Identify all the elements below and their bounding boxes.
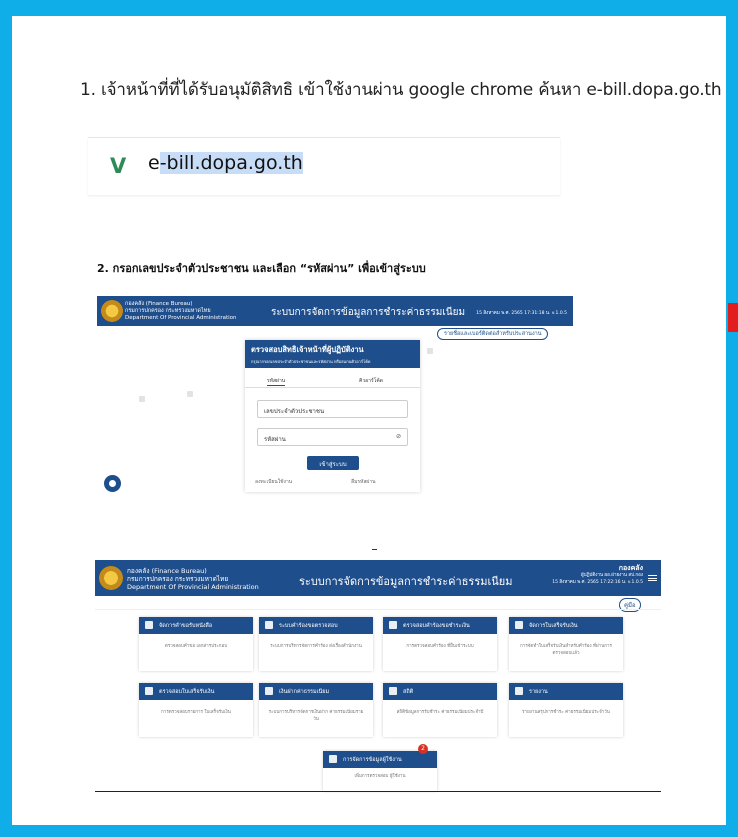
register-link[interactable]: ลงทะเบียนใช้งาน [255,478,292,486]
header-date: 15 สิงหาคม พ.ศ. 2565 17:31:18 น. v.1.0.5 [476,311,567,316]
card-title: ตรวจสอบใบเสร็จรับเงิน [159,689,215,695]
password-input[interactable]: รหัสผ่าน ⊘ [257,428,408,446]
ministry-seal-icon [99,566,123,590]
org-line2: กรมการปกครอง กระทรวงมหาดไทย [127,575,229,583]
divider-dash [372,549,377,550]
notification-badge: 2 [418,744,428,754]
user-management-card[interactable]: การจัดการข้อมูลผู้ใช้งาน เพิ่มการตรวจสอบ… [323,751,437,791]
login-button[interactable]: เข้าสู่ระบบ [307,456,359,470]
system-title: ระบบการจัดการข้อมูลการชำระค่าธรรมเนียม [271,307,466,318]
tab-password[interactable]: รหัสผ่าน [267,377,286,386]
card-description: ระบบการบริหารจัดการคำร้อง ส่งเรื่องสำนัก… [270,644,362,649]
header-date: 15 สิงหาคม พ.ศ. 2565 17:22:16 น. v.1.0.5 [552,580,643,585]
card-title: เงินฝากค่าธรรมเนียม [279,689,330,695]
decorative-dot [139,396,145,402]
url-selected-text: -bill.dopa.go.th [159,152,303,174]
browser-address-bar[interactable]: V e-bill.dopa.go.th [88,137,560,195]
card-icon [265,621,273,629]
users-icon [329,755,337,763]
contact-list-button[interactable]: รายชื่อและเบอร์ติดต่อสำหรับประสานงาน [437,328,549,340]
step-2-instruction: 2. กรอกเลขประจำตัวประชาชน และเลือก “รหัส… [97,262,426,275]
menu-card[interactable]: สถิติ สถิติข้อมูลการรับชำระ ค่าธรรมเนียม… [383,683,497,737]
accessibility-button[interactable] [104,475,121,492]
card-icon [145,621,153,629]
org-name: กองคลัง (Finance Bureau) กรมการปกครอง กร… [127,567,259,591]
menu-card[interactable]: รายงาน รายงานสรุปการชำระ ค่าธรรมเนียมประ… [509,683,623,737]
login-card-title: ตรวจสอบสิทธิเจ้าหน้าที่ผู้ปฏิบัติงาน [251,345,364,354]
card-title: รายงาน [529,689,548,695]
card-icon [389,687,397,695]
menu-icon[interactable] [648,575,657,581]
org-line2: กรมการปกครอง กระทรวงมหาดไทย [125,308,211,314]
org-line1: กองคลัง (Finance Bureau) [125,301,193,307]
card-icon [515,621,523,629]
card-title: จัดการคำขอรับหนังสือ [159,623,213,629]
card-description: การตรวจสอบคำร้อง ที่ยื่นเข้าระบบ [406,644,474,649]
system-title: ระบบการจัดการข้อมูลการชำระค่าธรรมเนียม [299,575,513,588]
decorative-dot [427,348,433,354]
show-password-icon[interactable]: ⊘ [396,433,401,440]
menu-card[interactable]: เงินฝากค่าธรรมเนียม ระบบการบริหารจัดการเ… [259,683,373,737]
login-card-subtitle: กรุณากรอกเลขประจำตัวประชาชนและรหัสผ่าน ห… [251,359,371,364]
user-role: ผู้ปฏิบัติงาน ผอ.ฝ่ายงาน สป.กอง [581,573,643,578]
login-header: กองคลัง (Finance Bureau) กรมการปกครอง กร… [97,296,573,326]
card-description: สถิติข้อมูลการรับชำระ ค่าธรรมเนียมประจำป… [396,710,484,715]
citizen-id-input[interactable]: เลขประจำตัวประชาชน [257,400,408,418]
bottom-divider [95,791,661,792]
user-name: กองคลัง [618,564,643,572]
menu-card[interactable]: จัดการคำขอรับหนังสือ ตรวจสอบคำขอ เอกสารป… [139,617,253,671]
card-description: การจัดทำใบเสร็จรับเงินสำหรับคำร้อง ที่ผ่… [520,644,612,656]
card-description: ระบบการบริหารจัดการเงินฝาก ค่าธรรมเนียมร… [268,710,364,722]
card-title: การจัดการข้อมูลผู้ใช้งาน [343,757,402,763]
site-favicon-icon: V [110,154,127,178]
url-prefix: e [148,152,160,174]
login-page-screenshot: กองคลัง (Finance Bureau) กรมการปกครอง กร… [97,296,573,496]
tab-qr-code[interactable]: คิวอาร์โค้ด [359,377,383,385]
menu-card[interactable]: จัดการใบเสร็จรับเงิน การจัดทำใบเสร็จรับเ… [509,617,623,671]
divider [95,609,661,610]
dashboard-header: กองคลัง (Finance Bureau) กรมการปกครอง กร… [95,560,661,596]
card-icon [265,687,273,695]
card-title: ตรวจสอบคำร้องขอชำระเงิน [403,623,470,629]
forgot-password-link[interactable]: ลืมรหัสผ่าน [351,478,376,486]
user-info: กองคลัง ผู้ปฏิบัติงาน ผอ.ฝ่ายงาน สป.กอง … [552,565,643,586]
login-method-tabs: รหัสผ่าน คิวอาร์โค้ด [245,374,420,388]
password-placeholder: รหัสผ่าน [264,436,286,443]
card-title: ระบบคำร้องขอตรวจสอบ [279,623,338,629]
card-icon [145,687,153,695]
red-marker [728,303,738,332]
org-line3: Department Of Provincial Administration [125,315,237,321]
login-card: ตรวจสอบสิทธิเจ้าหน้าที่ผู้ปฏิบัติงาน กรุ… [245,340,420,492]
card-description: การตรวจสอบรายการ ใบเสร็จรับเงิน [161,710,231,715]
menu-card[interactable]: ตรวจสอบคำร้องขอชำระเงิน การตรวจสอบคำร้อง… [383,617,497,671]
card-title: จัดการใบเสร็จรับเงิน [529,623,578,629]
menu-card[interactable]: ตรวจสอบใบเสร็จรับเงิน การตรวจสอบรายการ ใ… [139,683,253,737]
step-1-instruction: 1. เจ้าหน้าที่ที่ได้รับอนุมัติสิทธิ เข้า… [80,80,722,100]
card-icon [515,687,523,695]
org-name: กองคลัง (Finance Bureau) กรมการปกครอง กร… [125,301,236,322]
login-card-header: ตรวจสอบสิทธิเจ้าหน้าที่ผู้ปฏิบัติงาน กรุ… [245,340,420,368]
decorative-dot [187,391,193,397]
card-title: สถิติ [403,689,414,695]
url-text[interactable]: e-bill.dopa.go.th [148,152,303,174]
card-description: รายงานสรุปการชำระ ค่าธรรมเนียมประจำวัน [522,710,610,715]
dashboard-screenshot: กองคลัง (Finance Bureau) กรมการปกครอง กร… [95,560,661,792]
org-line1: กองคลัง (Finance Bureau) [127,567,207,575]
card-description: เพิ่มการตรวจสอบ ผู้ใช้งาน [354,774,406,779]
org-line3: Department Of Provincial Administration [127,583,259,591]
ministry-seal-icon [101,300,123,322]
card-description: ตรวจสอบคำขอ เอกสารประกอบ [164,644,228,649]
card-icon [389,621,397,629]
menu-card[interactable]: ระบบคำร้องขอตรวจสอบ ระบบการบริหารจัดการค… [259,617,373,671]
